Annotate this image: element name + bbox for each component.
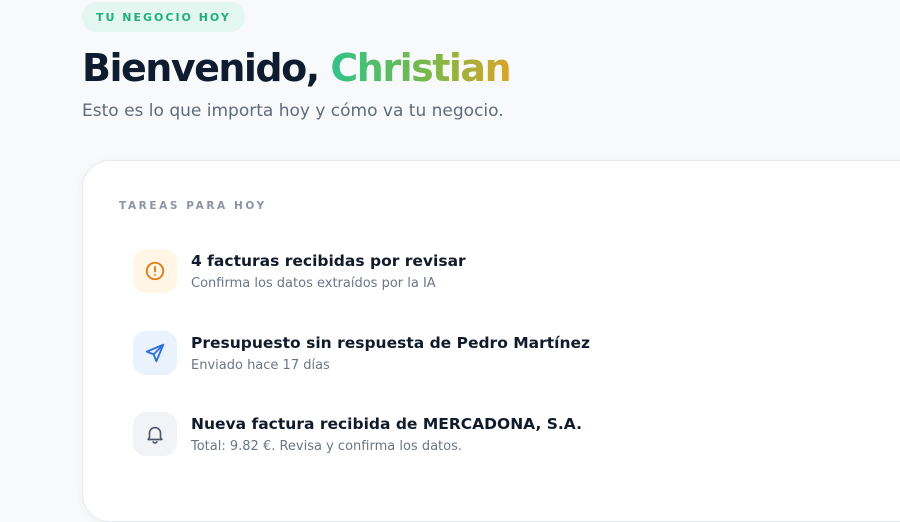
alert-circle-icon bbox=[133, 249, 177, 293]
task-title: Nueva factura recibida de MERCADONA, S.A… bbox=[191, 414, 582, 433]
task-item-new-invoice[interactable]: Nueva factura recibida de MERCADONA, S.A… bbox=[133, 412, 582, 456]
page-title: Bienvenido, Christian bbox=[82, 46, 512, 90]
task-item-review-invoices[interactable]: 4 facturas recibidas por revisar Confirm… bbox=[133, 249, 466, 293]
bell-icon bbox=[133, 412, 177, 456]
task-subtitle: Confirma los datos extraídos por la IA bbox=[191, 275, 436, 291]
task-subtitle: Total: 9.82 €. Revisa y confirma los dat… bbox=[191, 438, 462, 454]
user-name: Christian bbox=[330, 46, 511, 90]
page-subtitle: Esto es lo que importa hoy y cómo va tu … bbox=[82, 101, 504, 121]
task-item-pending-quote[interactable]: Presupuesto sin respuesta de Pedro Martí… bbox=[133, 331, 590, 375]
task-title: 4 facturas recibidas por revisar bbox=[191, 251, 466, 270]
task-subtitle: Enviado hace 17 días bbox=[191, 357, 330, 373]
tasks-section-label: TAREAS PARA HOY bbox=[119, 200, 267, 212]
tasks-card: TAREAS PARA HOY 4 facturas recibidas por… bbox=[82, 160, 900, 522]
task-title: Presupuesto sin respuesta de Pedro Martí… bbox=[191, 333, 591, 352]
section-badge: TU NEGOCIO HOY bbox=[82, 2, 245, 32]
greeting-text: Bienvenido, bbox=[82, 46, 320, 90]
send-icon bbox=[133, 331, 177, 375]
